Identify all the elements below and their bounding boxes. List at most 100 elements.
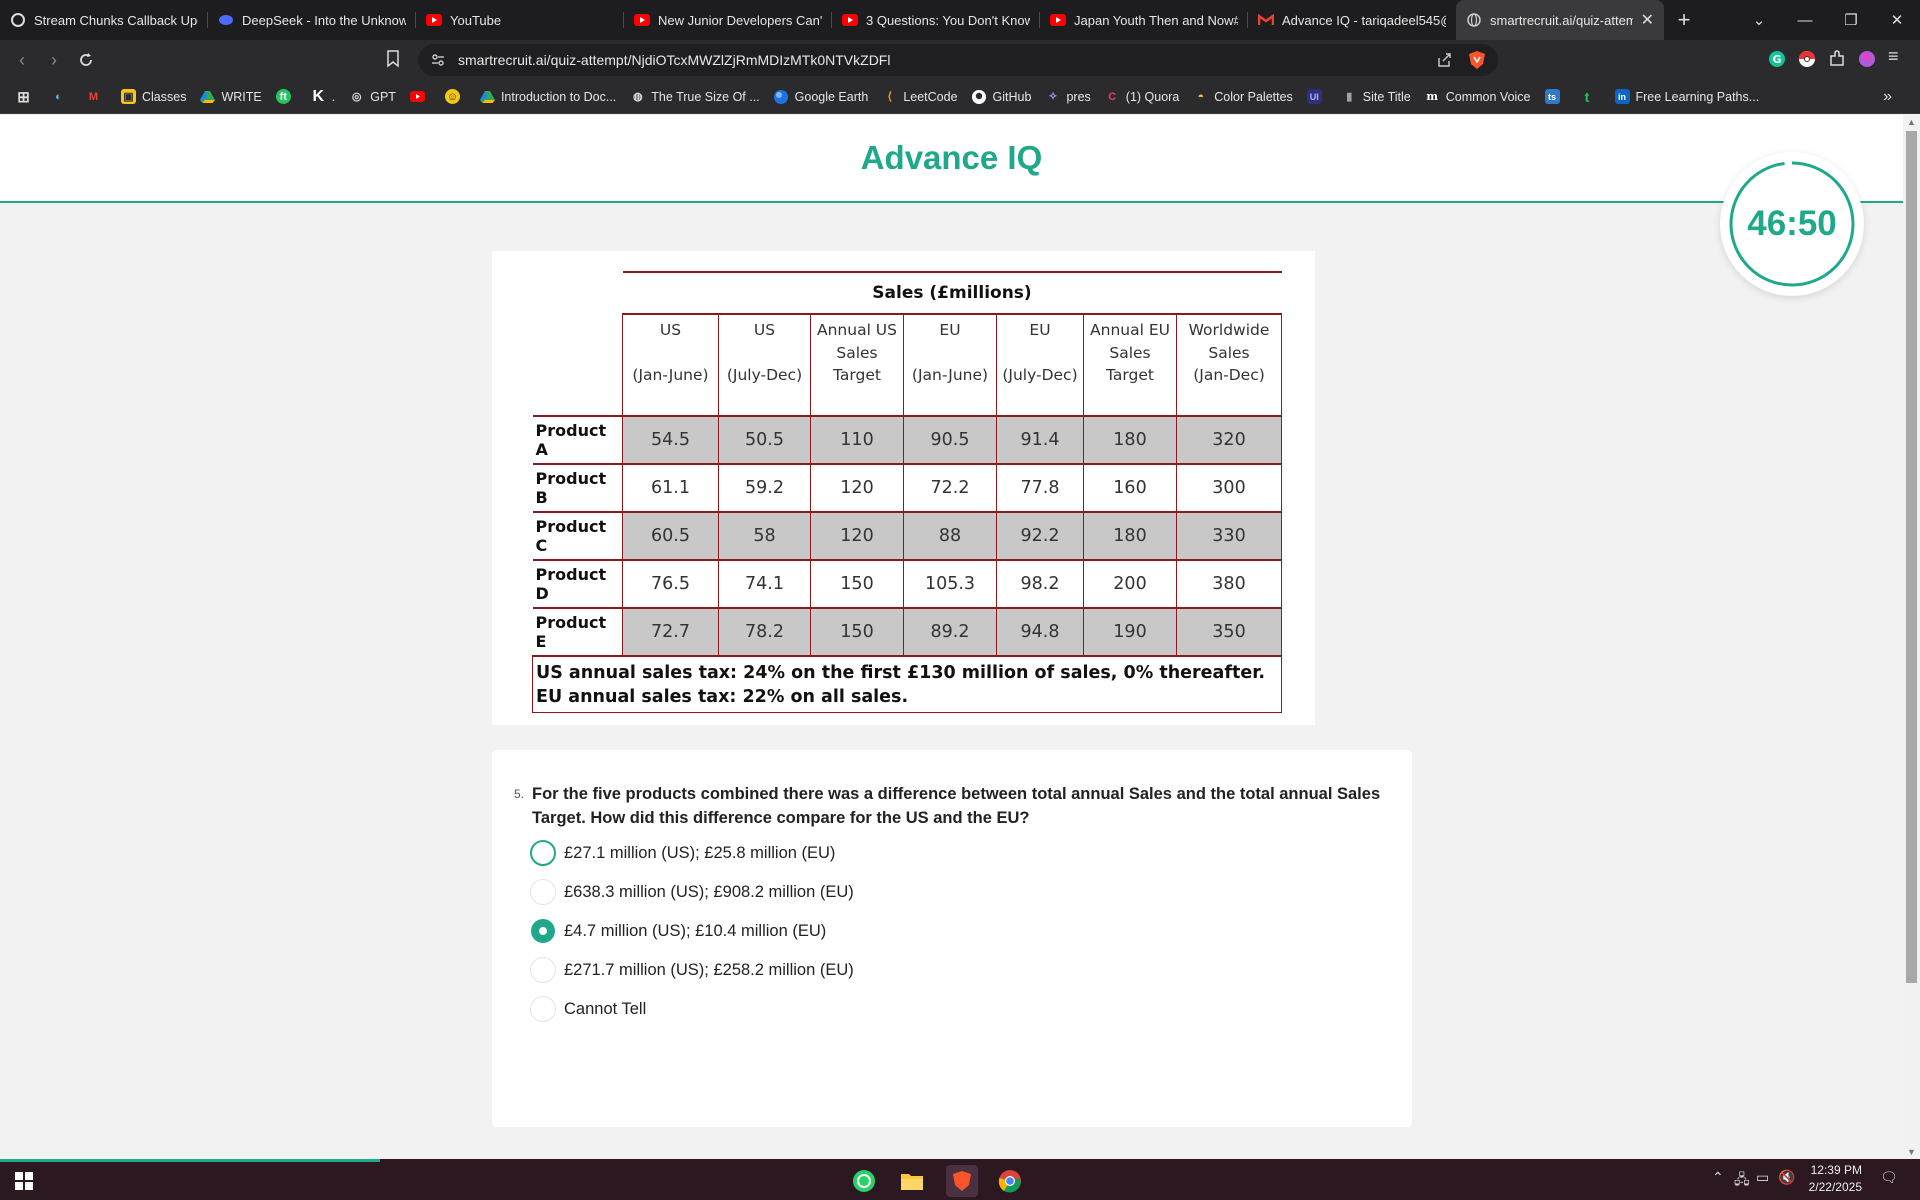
emoji-icon[interactable]: ☺ — [444, 89, 466, 104]
system-clock[interactable]: 12:39 PM 2/22/2025 — [1809, 1162, 1862, 1196]
close-tab-icon[interactable]: ✕ — [1633, 10, 1654, 30]
column-header: EU (July-Dec) — [996, 313, 1084, 417]
chrome-icon[interactable] — [994, 1165, 1026, 1197]
close-window-icon[interactable]: ✕ — [1874, 0, 1920, 40]
table-cell: 92.2 — [996, 511, 1084, 561]
page-scrollbar[interactable]: ▲ ▼ — [1903, 115, 1920, 1159]
bookmark-item[interactable]: m Common Voice — [1425, 89, 1530, 104]
table-cell: 76.5 — [622, 559, 719, 609]
profile-avatar-icon[interactable] — [1858, 50, 1876, 73]
more-bookmarks-icon[interactable]: » — [1883, 88, 1892, 106]
share-icon[interactable] — [1436, 52, 1452, 71]
answer-option[interactable]: £638.3 million (US); £908.2 million (EU) — [530, 876, 854, 908]
radio-button[interactable] — [530, 996, 556, 1022]
pokeball-icon[interactable] — [1798, 50, 1816, 73]
browser-tab[interactable]: Stream Chunks Callback Upda — [0, 0, 208, 40]
table-cell: 180 — [1083, 511, 1177, 561]
bookmark-item[interactable]: ▮ Site Title — [1342, 89, 1411, 104]
table-row: Product C 60.5 58 120 88 92.2 180 330 — [532, 511, 1282, 561]
new-tab-button[interactable]: + — [1664, 7, 1704, 33]
table-cell: 77.8 — [996, 463, 1084, 513]
answer-option[interactable]: Cannot Tell — [530, 993, 646, 1025]
gmail-icon[interactable]: M — [86, 89, 107, 104]
browser-tab[interactable]: Advance IQ - tariqadeel545@ — [1248, 0, 1456, 40]
countdown-timer: 46:50 — [1720, 152, 1864, 296]
column-header: Annual EU Sales Target — [1083, 313, 1177, 417]
answer-option[interactable]: £27.1 million (US); £25.8 million (EU) — [530, 837, 835, 869]
bookmark-item[interactable]: C (1) Quora — [1105, 89, 1179, 104]
whatsapp-icon[interactable] — [848, 1165, 880, 1197]
clock-date: 2/22/2025 — [1808, 1180, 1862, 1194]
table-cell: 105.3 — [903, 559, 997, 609]
bookmark-page-icon[interactable] — [386, 50, 400, 73]
browser-tab[interactable]: 3 Questions: You Don't Know J — [832, 0, 1040, 40]
back-icon[interactable]: ‹ — [8, 46, 36, 74]
notifications-icon[interactable]: 🗨 — [1880, 1169, 1898, 1186]
scrollbar-thumb[interactable] — [1906, 131, 1917, 983]
minimize-icon[interactable]: — — [1782, 0, 1828, 40]
restore-icon[interactable]: ❐ — [1828, 0, 1874, 40]
bookmark-item[interactable]: ◍ The True Size Of ... — [630, 89, 760, 104]
table-cell: 180 — [1083, 415, 1177, 465]
page-title: Advance IQ — [860, 139, 1043, 176]
menu-icon[interactable]: ≡ — [1888, 46, 1899, 67]
radio-button[interactable] — [530, 957, 556, 983]
question-card: 5. For the five products combined there … — [492, 750, 1412, 1127]
apps-grid-icon[interactable]: ⊞ — [16, 89, 37, 106]
reload-icon[interactable] — [72, 46, 100, 74]
answer-label: Cannot Tell — [564, 999, 647, 1018]
browser-tab[interactable]: Japan Youth Then and Now#ja — [1040, 0, 1248, 40]
browser-tab[interactable]: YouTube — [416, 0, 624, 40]
bookmark-item[interactable]: Introduction to Doc... — [479, 89, 616, 104]
radio-button[interactable] — [530, 879, 556, 905]
brave-icon[interactable] — [946, 1165, 978, 1197]
table-cell: 320 — [1176, 415, 1282, 465]
network-icon[interactable]: 🖧 — [1734, 1169, 1750, 1193]
table-cell: 120 — [810, 511, 904, 561]
bookmark-item[interactable]: ⟡ pres — [1045, 89, 1090, 104]
radio-button[interactable] — [530, 840, 556, 866]
answer-option[interactable]: £4.7 million (US); £10.4 million (EU) — [530, 915, 826, 947]
ts-icon[interactable]: ts — [1544, 89, 1566, 104]
bookmark-item[interactable]: Google Earth — [774, 89, 868, 104]
ui-icon[interactable]: UI — [1306, 89, 1328, 104]
bookmark-item[interactable]: WRITE — [200, 89, 262, 104]
bookmark-item[interactable]: GitHub — [972, 89, 1031, 104]
bookmark-item[interactable]: ◎ GPT — [349, 89, 396, 104]
fn-icon[interactable]: ft — [275, 89, 297, 104]
browser-tab[interactable]: New Junior Developers Can't A — [624, 0, 832, 40]
volume-mute-icon[interactable]: 🔇 — [1778, 1169, 1795, 1186]
radio-button-checked[interactable] — [531, 919, 555, 943]
youtube-icon[interactable] — [409, 89, 431, 104]
table-cell: 74.1 — [718, 559, 811, 609]
browser-tab[interactable]: DeepSeek - Into the Unknown — [208, 0, 416, 40]
scroll-up-icon[interactable]: ▲ — [1907, 117, 1916, 127]
brave-shield-icon[interactable] — [1468, 50, 1486, 73]
grammarly-icon[interactable]: G — [1768, 50, 1786, 73]
table-cell: 380 — [1176, 559, 1282, 609]
bookmark-item[interactable]: ⟨ LeetCode — [882, 89, 958, 104]
t-icon[interactable]: t — [1580, 89, 1601, 105]
bookmark-item[interactable]: in Free Learning Paths... — [1614, 89, 1759, 104]
address-bar[interactable]: smartrecruit.ai/quiz-attempt/NjdiOTcxMWZ… — [418, 44, 1498, 76]
browser-tab-active[interactable]: smartrecruit.ai/quiz-attem ✕ — [1456, 0, 1664, 40]
answer-option[interactable]: £271.7 million (US); £258.2 million (EU) — [530, 954, 854, 986]
tab-title: New Junior Developers Can't A — [658, 12, 822, 28]
table-cell: 350 — [1176, 607, 1282, 657]
bookmark-item[interactable]: K. — [311, 88, 335, 105]
tab-search-icon[interactable]: ⌄ — [1736, 0, 1782, 40]
bookmark-item[interactable]: ◓ Color Palettes — [1193, 89, 1292, 104]
windows-start-icon[interactable] — [8, 1165, 40, 1197]
table-cell: 330 — [1176, 511, 1282, 561]
file-explorer-icon[interactable] — [896, 1165, 928, 1197]
battery-icon[interactable]: ▭ — [1756, 1169, 1769, 1186]
bookmark-item[interactable]: ▣ Classes — [121, 89, 186, 104]
site-info-icon[interactable] — [430, 52, 446, 71]
forward-icon[interactable]: › — [40, 46, 68, 74]
scroll-down-icon[interactable]: ▼ — [1907, 1147, 1916, 1157]
extensions-icon[interactable] — [1828, 50, 1846, 73]
table-cell: 58 — [718, 511, 811, 561]
bookmark-label: Site Title — [1362, 89, 1411, 104]
tray-chevron-icon[interactable]: ⌃ — [1712, 1169, 1724, 1186]
copilot-icon[interactable]: ◐ — [51, 89, 72, 104]
